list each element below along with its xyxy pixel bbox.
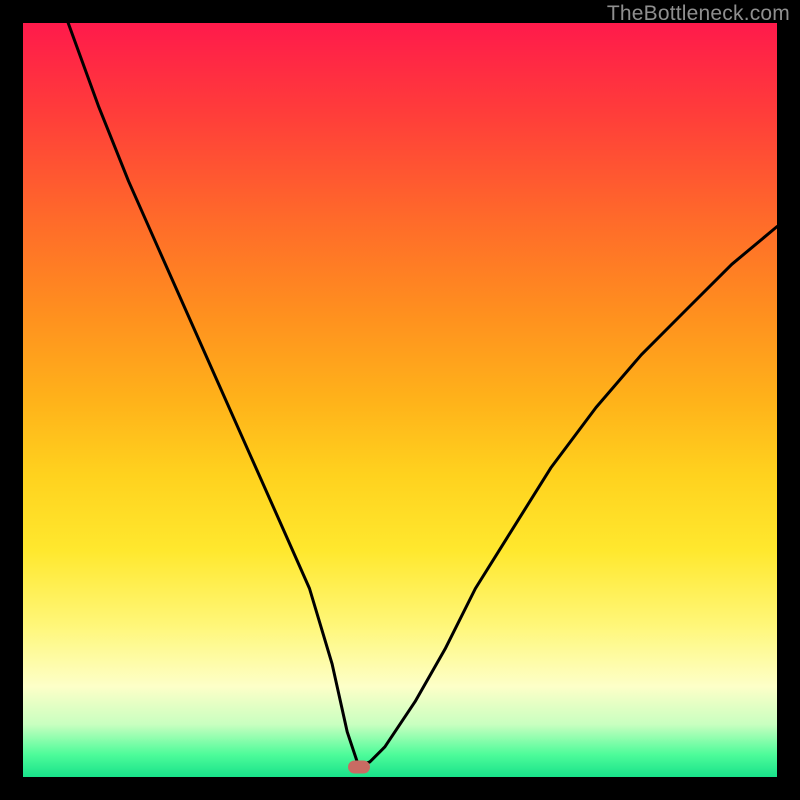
outer-frame: TheBottleneck.com xyxy=(0,0,800,800)
plot-area xyxy=(23,23,777,777)
watermark-text: TheBottleneck.com xyxy=(607,2,790,26)
bottleneck-curve xyxy=(23,23,777,777)
optimal-marker xyxy=(348,761,370,774)
